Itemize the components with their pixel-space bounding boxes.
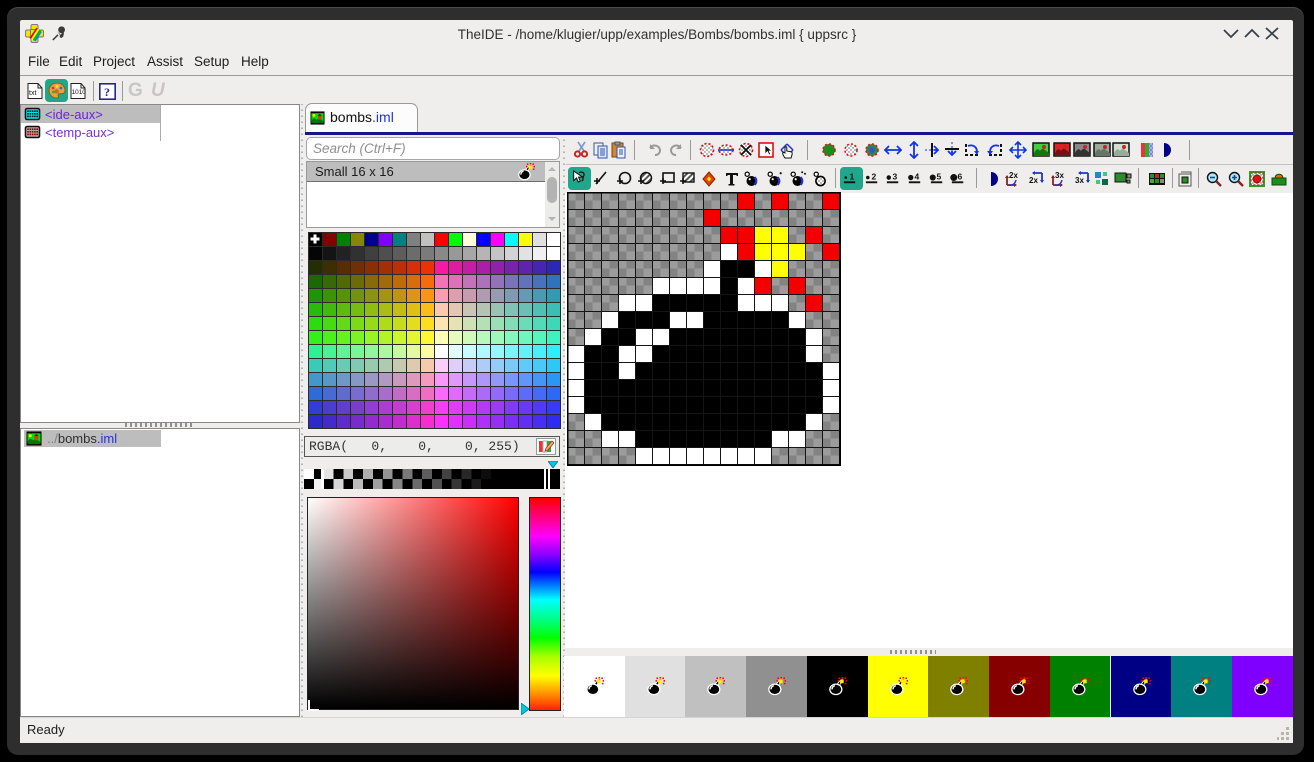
svg-text:2: 2 xyxy=(872,171,877,181)
svg-text:txt: txt xyxy=(29,90,36,97)
svg-text:1010: 1010 xyxy=(72,89,86,96)
svg-text:5: 5 xyxy=(937,171,942,181)
svg-text:2x: 2x xyxy=(1029,176,1038,185)
svg-text:3: 3 xyxy=(893,171,898,181)
svg-text:6: 6 xyxy=(958,171,963,181)
svg-text:2x: 2x xyxy=(1009,171,1018,180)
svg-text:4: 4 xyxy=(915,171,920,181)
svg-text:?: ? xyxy=(104,85,110,99)
svg-text:3x: 3x xyxy=(1075,176,1084,185)
svg-text:1: 1 xyxy=(850,171,855,181)
svg-text:3x: 3x xyxy=(1055,171,1064,180)
